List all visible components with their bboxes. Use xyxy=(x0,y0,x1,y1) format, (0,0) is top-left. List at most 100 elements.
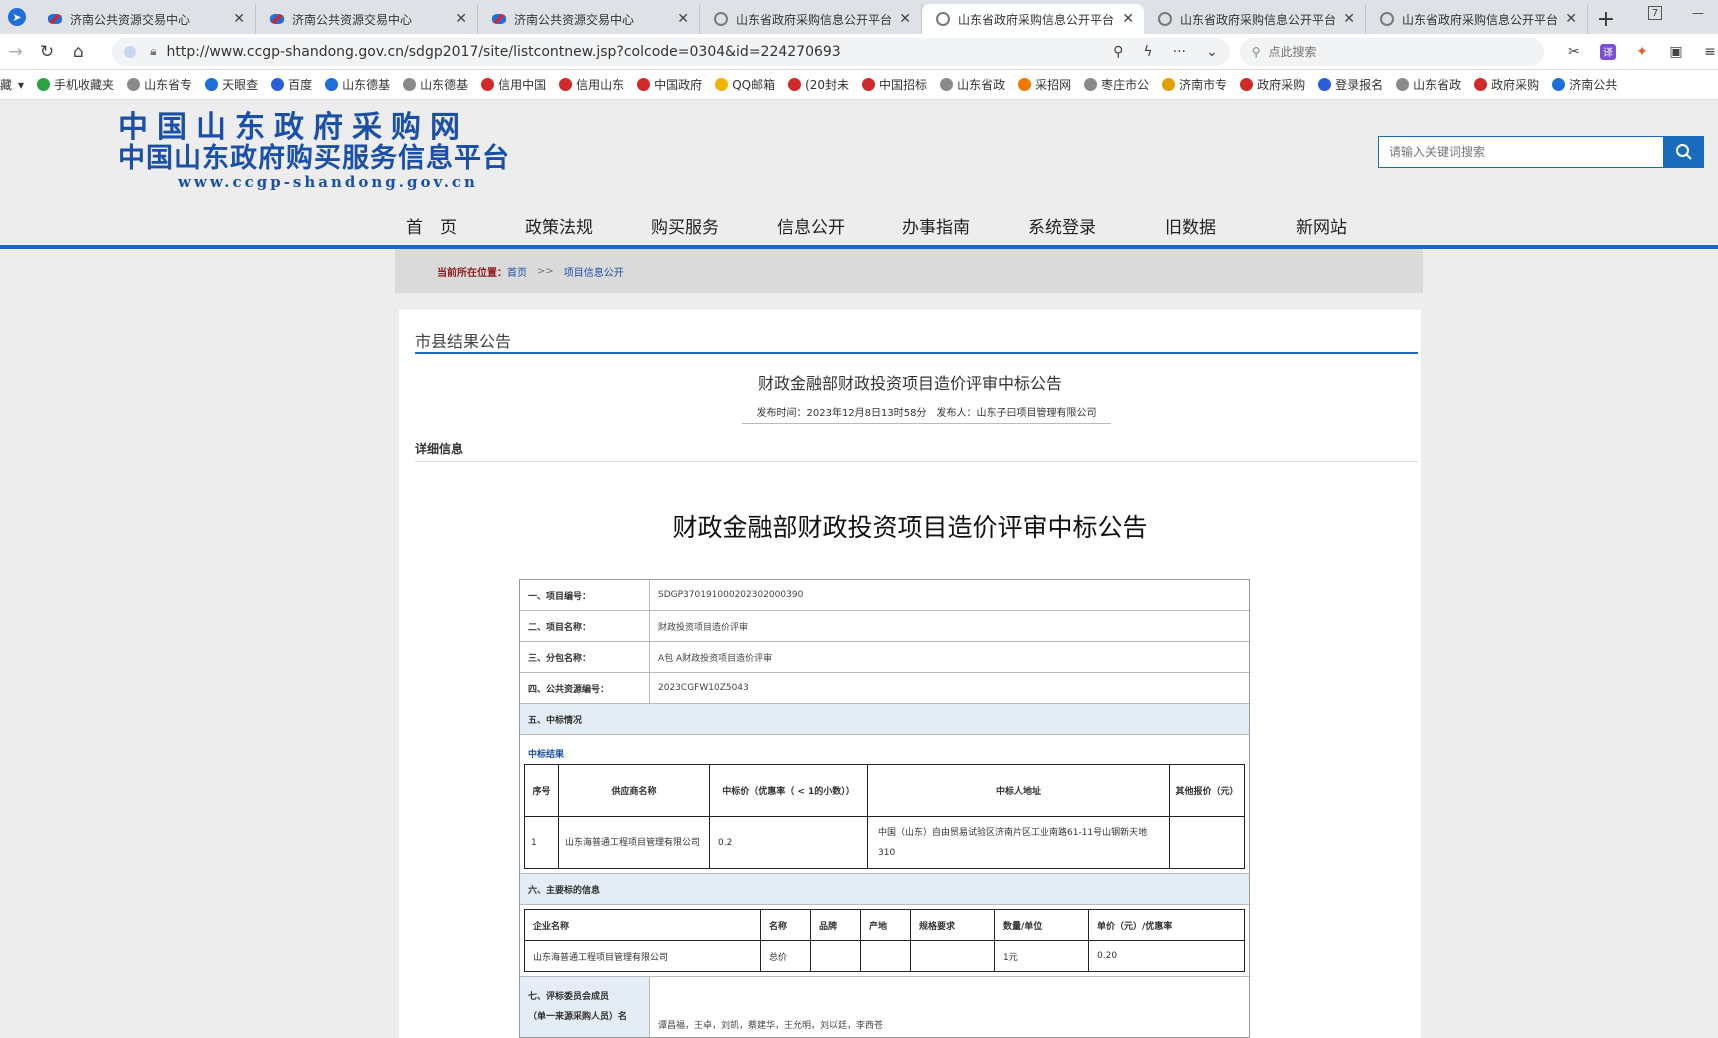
tab-count-badge[interactable]: 7 xyxy=(1648,6,1662,20)
browser-search-box[interactable]: ⚲ xyxy=(1239,37,1544,66)
chevron-down-icon[interactable]: ▾ xyxy=(18,78,24,92)
security-indicator-icon[interactable] xyxy=(124,45,137,58)
close-tab-icon[interactable]: ✕ xyxy=(1565,11,1577,27)
column-header: 序号 xyxy=(524,764,559,817)
bookmark-item[interactable]: 山东德基 xyxy=(325,76,390,93)
address-bar[interactable]: 🔒︎ http://www.ccgp-shandong.gov.cn/sdgp2… xyxy=(112,37,1230,66)
browser-tab-active[interactable]: 山东省政府采购信息公开平台 ✕ xyxy=(922,4,1144,34)
bookmark-item[interactable]: QQ邮箱 xyxy=(715,76,775,93)
bookmark-item[interactable]: 山东省政 xyxy=(1396,76,1461,93)
browser-tab[interactable]: 山东省政府采购信息公开平台 ✕ xyxy=(700,4,922,34)
bookmark-item[interactable]: 山东省专 xyxy=(127,76,192,93)
translate-icon[interactable]: 译 xyxy=(1600,43,1616,60)
bookmark-favicon-icon xyxy=(788,78,802,91)
bookmark-item[interactable]: 中国招标 xyxy=(862,76,927,93)
bookmark-item[interactable]: 济南市专 xyxy=(1162,76,1227,93)
field-label-line: 七、评标委员会成员 xyxy=(528,992,610,1002)
nav-old-data[interactable]: 旧数据 xyxy=(1165,213,1216,238)
globe-icon xyxy=(1380,12,1394,26)
bookmark-item[interactable]: 政府采购 xyxy=(1240,76,1305,93)
site-search-input[interactable] xyxy=(1378,136,1664,168)
browser-tab[interactable]: 济南公共资源交易中心 ✕ xyxy=(478,4,700,34)
winner-table: 序号 供应商名称 中标价（优惠率（ < 1的小数）） 中标人地址 其他报价（元）… xyxy=(524,764,1245,869)
field-value: 财政投资项目造价评审 xyxy=(658,622,749,633)
nav-new-site[interactable]: 新网站 xyxy=(1296,213,1347,238)
breadcrumb-home[interactable]: 首页 xyxy=(507,264,527,279)
bookmark-item[interactable]: 藏 ▾ xyxy=(0,76,24,93)
bookmark-item[interactable]: 登录报名 xyxy=(1318,76,1383,93)
bookmark-label: 山东德基 xyxy=(342,78,391,92)
nav-guide[interactable]: 办事指南 xyxy=(902,213,970,238)
browser-search-input[interactable] xyxy=(1268,44,1519,59)
bookmark-item[interactable]: 政府采购 xyxy=(1474,76,1539,93)
forward-icon[interactable]: → xyxy=(0,36,31,68)
bookmark-item[interactable]: (20封未 xyxy=(788,76,849,93)
bookmark-label: 信用山东 xyxy=(576,78,625,92)
close-tab-icon[interactable]: ✕ xyxy=(1343,11,1355,27)
new-tab-button[interactable]: + xyxy=(1588,4,1624,34)
column-header: 供应商名称 xyxy=(558,764,710,817)
game-icon[interactable]: ✦ xyxy=(1634,44,1650,60)
zoom-icon[interactable]: ⚲ xyxy=(1113,44,1123,60)
bookmark-item[interactable]: 百度 xyxy=(271,76,312,93)
breadcrumb: 当前所在位置： 首页 >> 项目信息公开 xyxy=(395,249,1423,293)
bookmark-item[interactable]: 信用山东 xyxy=(559,76,624,93)
more-icon[interactable]: ··· xyxy=(1173,44,1186,60)
browser-tab[interactable]: 济南公共资源交易中心 ✕ xyxy=(34,4,256,34)
reload-icon[interactable]: ↻ xyxy=(31,36,62,68)
browser-tab[interactable]: 济南公共资源交易中心 ✕ xyxy=(256,4,478,34)
bookmark-item[interactable]: 采招网 xyxy=(1018,76,1071,93)
winner-heading: 中标结果 xyxy=(528,750,565,760)
article-meta: 发布时间：2023年12月8日13时58分 发布人：山东子曰项目管理有限公司 xyxy=(742,404,1111,424)
bookmark-item[interactable]: 手机收藏夹 xyxy=(37,76,114,93)
home-icon[interactable]: ⌂ xyxy=(63,36,94,68)
tab-title: 山东省政府采购信息公开平台 xyxy=(736,12,893,27)
table-cell: 1 xyxy=(524,816,559,869)
field-value: 2023CGFW10Z5043 xyxy=(658,683,749,693)
bookmark-favicon-icon xyxy=(1318,78,1332,91)
bookmark-favicon-icon xyxy=(205,78,219,91)
scissors-icon[interactable]: ✂ xyxy=(1566,44,1582,60)
bookmark-item[interactable]: 济南公共 xyxy=(1552,76,1617,93)
lightning-icon[interactable]: ϟ xyxy=(1143,44,1152,60)
site-search xyxy=(1378,136,1704,168)
breadcrumb-current[interactable]: 项目信息公开 xyxy=(564,264,624,279)
site-favicon-icon xyxy=(270,14,284,24)
globe-icon xyxy=(936,12,950,26)
site-logo[interactable]: 中国山东政府采购网 中国山东政府购买服务信息平台 www.ccgp-shando… xyxy=(118,111,558,192)
menu-icon[interactable]: ≡ xyxy=(1702,44,1718,60)
extension-icons: ✂ 译 ✦ ▣ ≡ xyxy=(1566,43,1718,60)
close-tab-icon[interactable]: ✕ xyxy=(899,11,911,27)
column-header: 单价（元）/优惠率 xyxy=(1088,909,1245,941)
table-cell: 1元 xyxy=(994,940,1089,972)
bookmark-favicon-icon xyxy=(559,78,573,91)
site-search-button[interactable] xyxy=(1664,136,1704,168)
detail-label: 详细信息 xyxy=(415,440,1418,462)
bookmark-item[interactable]: 天眼查 xyxy=(205,76,258,93)
insecure-lock-icon[interactable]: 🔒︎ xyxy=(150,44,156,59)
bookmark-item[interactable]: 中国政府 xyxy=(637,76,702,93)
bookmark-item[interactable]: 山东省政 xyxy=(940,76,1005,93)
column-header: 产地 xyxy=(860,909,911,941)
bookmark-item[interactable]: 山东德基 xyxy=(403,76,468,93)
nav-login[interactable]: 系统登录 xyxy=(1028,213,1096,238)
nav-purchase-service[interactable]: 购买服务 xyxy=(651,213,719,238)
nav-policy[interactable]: 政策法规 xyxy=(525,213,593,238)
nav-info-disclosure[interactable]: 信息公开 xyxy=(777,213,845,238)
close-tab-icon[interactable]: ✕ xyxy=(455,11,467,27)
url-text[interactable]: http://www.ccgp-shandong.gov.cn/sdgp2017… xyxy=(166,44,1093,60)
table-cell: 0.2 xyxy=(709,816,868,869)
reader-icon[interactable]: ▣ xyxy=(1668,44,1684,60)
chevron-down-icon[interactable]: ⌄ xyxy=(1206,44,1218,60)
minimize-icon[interactable]: — xyxy=(1692,6,1704,20)
close-tab-icon[interactable]: ✕ xyxy=(677,11,689,27)
nav-home[interactable]: 首 页 xyxy=(406,213,457,238)
browser-menu-icon[interactable]: ➤ xyxy=(0,0,34,34)
browser-tab[interactable]: 山东省政府采购信息公开平台 ✕ xyxy=(1144,4,1366,34)
bookmark-favicon-icon xyxy=(1084,78,1098,91)
close-tab-icon[interactable]: ✕ xyxy=(233,11,245,27)
browser-tab[interactable]: 山东省政府采购信息公开平台 ✕ xyxy=(1366,4,1588,34)
bookmark-item[interactable]: 信用中国 xyxy=(481,76,546,93)
close-tab-icon[interactable]: ✕ xyxy=(1122,11,1134,27)
bookmark-item[interactable]: 枣庄市公 xyxy=(1084,76,1149,93)
